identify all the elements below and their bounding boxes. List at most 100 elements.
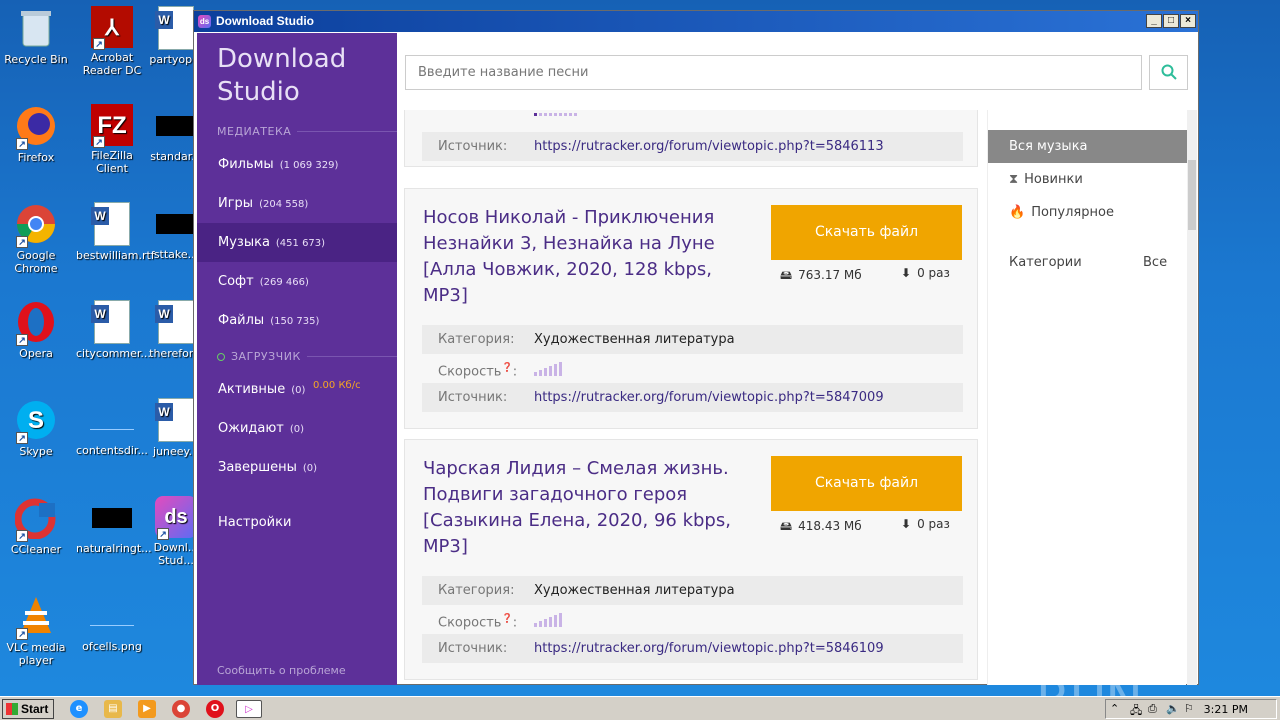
category-row: Категория: Художественная литература — [422, 576, 963, 605]
desktop-icon-label: Acrobat Reader DC — [82, 51, 142, 77]
opera-taskbar-icon[interactable]: O — [206, 700, 224, 718]
nav-item-completed[interactable]: Завершены (0) — [197, 448, 397, 487]
desktop-icon-chrome[interactable]: ↗ Google Chrome — [0, 202, 72, 275]
nav-label: Фильмы — [218, 157, 274, 172]
download-studio-taskbar-icon[interactable]: ▷ — [236, 700, 262, 718]
image-file-icon — [90, 606, 134, 626]
clock[interactable]: 3:21 PM — [1204, 703, 1248, 716]
desktop-icon-opera[interactable]: ↗ Opera — [0, 300, 72, 360]
desktop-icon-naturalringt[interactable]: naturalringt... — [76, 496, 152, 555]
result-card: Чарская Лидия – Смелая жизнь. Подвиги за… — [404, 439, 978, 680]
filter-popular[interactable]: 🔥 Популярное — [988, 196, 1187, 229]
source-label: Источник: — [438, 390, 508, 405]
taskbar: Start e ▤ ▶ ● O ▷ ⌃ 🖧 ⎙ 🔈 ⚐ 3:21 PM — [0, 696, 1280, 720]
opera-icon: ↗ — [14, 300, 58, 346]
download-file-button[interactable]: Скачать файл — [771, 205, 962, 260]
source-link[interactable]: https://rutracker.org/forum/viewtopic.ph… — [534, 383, 884, 412]
desktop-icon-vlc[interactable]: ↗ VLC media player — [0, 594, 72, 667]
search-button[interactable] — [1149, 55, 1188, 90]
acrobat-icon: ⅄ ↗ — [91, 6, 133, 50]
download-count-value: 0 раз — [917, 517, 950, 531]
volume-icon[interactable]: 🔈 — [1166, 702, 1180, 715]
nav-label: Завершены — [218, 460, 297, 475]
download-speed: 0.00 Кб/с — [313, 380, 361, 391]
desktop-icon-firefox[interactable]: ↗ Firefox — [0, 104, 72, 164]
desktop-icon-label: naturalringt... — [76, 542, 152, 555]
filter-all-music[interactable]: Вся музыка — [988, 130, 1187, 163]
minimize-button[interactable]: _ — [1146, 14, 1162, 28]
section-label: МЕДИАТЕКА — [217, 125, 292, 138]
speed-bars — [534, 112, 577, 116]
nav-item-files[interactable]: Файлы (150 735) — [197, 301, 397, 340]
flag-icon[interactable]: ⚐ — [1184, 702, 1194, 715]
folder-taskbar-icon[interactable]: ▤ — [104, 700, 122, 718]
categories-selector[interactable]: Категории Все — [988, 246, 1187, 279]
loader-section-header: ЗАГРУЗЧИК — [217, 350, 397, 363]
nav-label: Активные — [218, 382, 286, 397]
source-link[interactable]: https://rutracker.org/forum/viewtopic.ph… — [534, 132, 884, 161]
word-document-icon: W — [155, 6, 194, 50]
maximize-button[interactable]: □ — [1163, 14, 1179, 28]
result-card: Источник: https://rutracker.org/forum/vi… — [404, 110, 978, 167]
result-title[interactable]: Носов Николай - Приключения Незнайки 3, … — [423, 205, 753, 309]
source-label: Источник: — [438, 139, 508, 154]
download-file-button[interactable]: Скачать файл — [771, 456, 962, 511]
app-window: ds Download Studio _ □ × Download Studio… — [193, 10, 1199, 685]
word-document-icon: W — [155, 398, 194, 442]
desktop-icon-label: contentsdir... — [76, 444, 148, 457]
tray-arrow-icon[interactable]: ⌃ — [1110, 702, 1119, 715]
desktop-icon-acrobat[interactable]: ⅄ ↗ Acrobat Reader DC — [76, 6, 148, 77]
nav-count: (1 069 329) — [279, 160, 339, 171]
recycle-bin-icon — [14, 6, 58, 50]
nav-item-music[interactable]: Музыка (451 673) — [197, 223, 397, 262]
scrollbar[interactable] — [1187, 110, 1197, 685]
category-label: Категория: — [438, 583, 515, 598]
desktop-icon-citycommer[interactable]: W citycommer... — [76, 300, 151, 360]
network-icon[interactable]: 🖧 — [1130, 702, 1142, 720]
word-document-icon: W — [155, 300, 194, 344]
filter-new[interactable]: ⧗ Новинки — [988, 163, 1187, 196]
desktop-icon-label: CCleaner — [10, 543, 62, 556]
sidebar: Download Studio МЕДИАТЕКА Фильмы (1 069 3… — [197, 33, 397, 685]
report-problem-link[interactable]: Сообщить о проблеме — [217, 664, 346, 677]
start-button[interactable]: Start — [2, 699, 54, 719]
ie-taskbar-icon[interactable]: e — [70, 700, 88, 718]
nav-item-waiting[interactable]: Ожидают (0) — [197, 409, 397, 448]
download-count: ⬇ 0 раз — [901, 517, 950, 531]
svg-text:S: S — [28, 407, 44, 434]
nav-item-software[interactable]: Софт (269 466) — [197, 262, 397, 301]
result-title[interactable]: Чарская Лидия – Смелая жизнь. Подвиги за… — [423, 456, 753, 560]
download-studio-icon: ds ↗ — [155, 496, 197, 540]
close-button[interactable]: × — [1180, 14, 1196, 28]
help-icon[interactable]: ❓ — [501, 363, 512, 373]
word-document-icon: W — [91, 202, 130, 246]
nav-item-active[interactable]: Активные (0) 0.00 Кб/с — [197, 370, 397, 409]
ccleaner-icon: ↗ — [14, 496, 58, 542]
printer-icon[interactable]: ⎙ — [1148, 702, 1157, 716]
category-row: Категория: Художественная литература — [422, 325, 963, 354]
nav-item-settings[interactable]: Настройки — [197, 503, 397, 542]
media-player-taskbar-icon[interactable]: ▶ — [138, 700, 156, 718]
search-input[interactable]: Введите название песни — [405, 55, 1142, 90]
filter-label: Популярное — [1031, 205, 1114, 220]
nav-item-games[interactable]: Игры (204 558) — [197, 184, 397, 223]
window-titlebar[interactable]: ds Download Studio _ □ × — [194, 11, 1198, 32]
source-link[interactable]: https://rutracker.org/forum/viewtopic.ph… — [534, 634, 884, 663]
desktop-icon-ofcells[interactable]: ofcells.png — [76, 594, 148, 653]
desktop-icon-ccleaner[interactable]: ↗ CCleaner — [0, 496, 72, 556]
desktop-icon-skype[interactable]: S ↗ Skype — [0, 398, 72, 458]
chrome-taskbar-icon[interactable]: ● — [172, 700, 190, 718]
desktop-icon-bestwilliam[interactable]: W bestwilliam.rtf — [76, 202, 155, 262]
desktop-icon-contentsdir[interactable]: contentsdir... — [76, 398, 148, 457]
start-label: Start — [21, 702, 49, 716]
categories-label: Категории — [1009, 255, 1082, 270]
result-card: Носов Николай - Приключения Незнайки 3, … — [404, 188, 978, 429]
nav-item-movies[interactable]: Фильмы (1 069 329) — [197, 145, 397, 184]
download-count-value: 0 раз — [917, 266, 950, 280]
desktop-icon-recycle-bin[interactable]: Recycle Bin — [0, 6, 72, 66]
help-icon[interactable]: ❓ — [501, 614, 512, 624]
scrollbar-thumb[interactable] — [1188, 160, 1196, 230]
speed-row: Скорость❓: — [422, 354, 963, 383]
speed-label-text: Скорость — [438, 364, 502, 380]
desktop-icon-filezilla[interactable]: FZ ↗ FileZilla Client — [76, 104, 148, 175]
